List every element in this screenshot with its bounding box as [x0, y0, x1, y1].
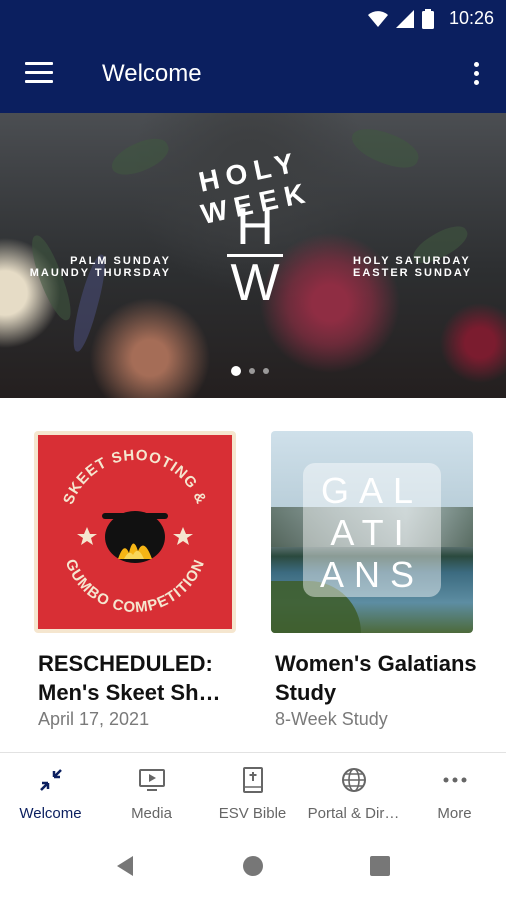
- svg-text:ATI: ATI: [330, 512, 413, 553]
- app-bar: Welcome: [0, 36, 506, 113]
- nav-label: Portal & Dir…: [307, 805, 400, 822]
- skeet-gumbo-artwork: SKEET SHOOTING & GUMBO COMPETITION: [38, 435, 232, 629]
- svg-text:GAL: GAL: [321, 470, 423, 511]
- back-icon[interactable]: [115, 855, 137, 877]
- status-time: 10:26: [448, 8, 494, 28]
- hero-left-line: PALM SUNDAY: [70, 255, 171, 267]
- carousel-dot[interactable]: [249, 368, 255, 374]
- carousel-indicator: [231, 366, 269, 376]
- status-bar: 10:26: [0, 0, 506, 36]
- status-icons: [368, 9, 434, 29]
- system-navigation-bar: [0, 832, 506, 900]
- overflow-menu-icon[interactable]: [464, 58, 488, 90]
- monogram-top: H: [236, 198, 274, 256]
- nav-label: Media: [131, 805, 172, 822]
- nav-item-welcome[interactable]: Welcome: [0, 753, 101, 833]
- hw-monogram: H W: [227, 198, 283, 306]
- nav-label: ESV Bible: [218, 805, 287, 822]
- menu-icon[interactable]: [25, 62, 53, 86]
- play-screen-icon: [139, 769, 165, 791]
- hero-left-dates: PALM SUNDAY MAUNDY THURSDAY: [26, 255, 171, 279]
- carousel-dot-active[interactable]: [231, 366, 241, 376]
- hero-right-line: HOLY SATURDAY: [353, 255, 471, 267]
- recents-icon[interactable]: [369, 855, 391, 877]
- nav-item-esv-bible[interactable]: ESV Bible: [202, 753, 303, 833]
- signal-icon: [396, 10, 414, 28]
- carousel-dot[interactable]: [263, 368, 269, 374]
- galatians-artwork: GAL ATI ANS: [320, 470, 424, 595]
- more-dots-icon: [443, 777, 467, 783]
- hero-left-line: MAUNDY THURSDAY: [29, 267, 171, 279]
- card-title[interactable]: Women's Galatians Study: [275, 649, 480, 707]
- nav-item-more[interactable]: More: [404, 753, 505, 833]
- bible-icon: [243, 767, 263, 793]
- collapse-arrows-icon: [40, 769, 62, 791]
- battery-icon: [422, 9, 434, 29]
- nav-label: Welcome: [19, 805, 82, 822]
- monogram-bottom: W: [230, 254, 279, 306]
- bottom-navigation: Welcome Media ESV Bible Portal & Dir… Mo…: [0, 752, 506, 833]
- svg-text:ANS: ANS: [320, 554, 424, 595]
- card-thumbnail[interactable]: SKEET SHOOTING & GUMBO COMPETITION: [34, 431, 236, 633]
- hero-carousel[interactable]: HOLY WEEK H W PALM SUNDAY MAUNDY THURSDA…: [0, 113, 506, 398]
- card-subtitle: April 17, 2021: [38, 709, 150, 729]
- hero-right-line: EASTER SUNDAY: [353, 267, 473, 279]
- wifi-icon: [368, 11, 388, 27]
- nav-item-portal[interactable]: Portal & Dir…: [303, 753, 404, 833]
- home-icon[interactable]: [242, 855, 264, 877]
- hero-right-dates: HOLY SATURDAY EASTER SUNDAY: [353, 255, 493, 279]
- card-title[interactable]: RESCHEDULED: Men's Skeet Sh…: [38, 649, 243, 707]
- nav-label: More: [437, 805, 472, 822]
- nav-item-media[interactable]: Media: [101, 753, 202, 833]
- page-title: Welcome: [102, 60, 202, 87]
- globe-icon: [342, 768, 366, 792]
- card-thumbnail[interactable]: GAL ATI ANS: [271, 431, 473, 633]
- card-subtitle: 8-Week Study: [275, 709, 388, 729]
